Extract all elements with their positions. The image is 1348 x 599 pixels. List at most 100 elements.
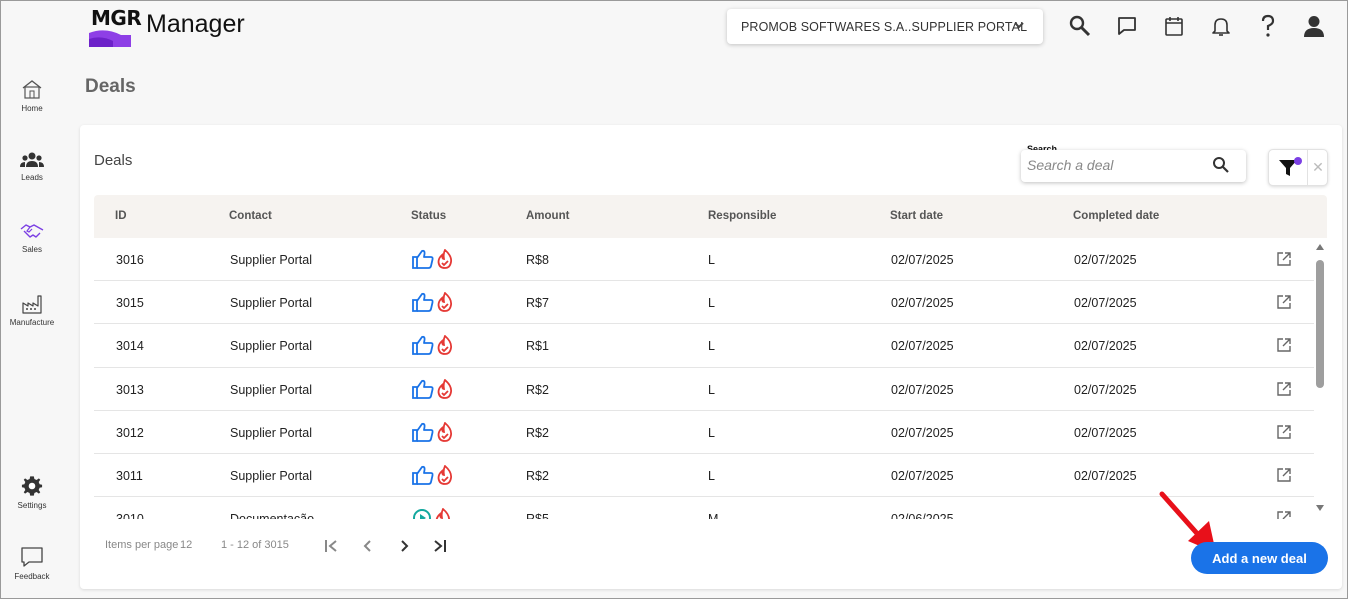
column-header-status[interactable]: Status — [411, 210, 446, 222]
column-header-start-date[interactable]: Start date — [890, 210, 943, 222]
filter-group: ✕ — [1268, 149, 1328, 186]
cell-completed-date: 02/07/2025 — [1074, 296, 1137, 311]
play-circle-icon — [412, 508, 432, 519]
app-window: MGR Manager PROMOB SOFTWARES S.A..SUPPLI… — [0, 0, 1348, 599]
open-in-new-icon[interactable] — [1277, 381, 1291, 399]
previous-page-button[interactable] — [357, 535, 379, 557]
cell-completed-date: 02/07/2025 — [1074, 253, 1137, 267]
user-icon[interactable] — [1301, 13, 1327, 39]
sidebar-item-home[interactable]: Home — [5, 78, 59, 113]
column-header-contact[interactable]: Contact — [229, 210, 272, 222]
logo-shape — [89, 30, 131, 47]
clear-filter-button[interactable]: ✕ — [1307, 150, 1328, 185]
cell-responsible: L — [708, 296, 715, 311]
scroll-up-icon[interactable] — [1316, 244, 1324, 250]
search-input[interactable] — [1027, 157, 1207, 173]
help-icon[interactable] — [1255, 13, 1281, 39]
search-icon[interactable] — [1067, 13, 1093, 39]
status-icons — [412, 421, 454, 445]
open-in-new-icon[interactable] — [1277, 425, 1291, 442]
table-row[interactable]: 3015 Supplier Portal R$7 L 02/07/2025 02/07/2… — [94, 281, 1314, 325]
scroll-down-icon[interactable] — [1316, 505, 1324, 511]
flame-icon — [434, 507, 452, 519]
flame-icon — [436, 421, 454, 445]
items-per-page-select[interactable]: 12 — [180, 539, 192, 551]
filter-button[interactable] — [1269, 150, 1307, 185]
table-row[interactable]: 3013 Supplier Portal R$2 L 02/07/2025 02/07/2… — [94, 368, 1314, 411]
first-page-button[interactable] — [321, 535, 343, 557]
sidebar-item-leads[interactable]: Leads — [5, 151, 59, 182]
sidebar-item-label: Home — [21, 104, 43, 113]
last-page-icon — [434, 540, 446, 552]
cell-start-date: 02/06/2025 — [891, 512, 954, 519]
open-in-new-icon[interactable] — [1277, 468, 1291, 485]
cell-completed-date: 02/07/2025 — [1074, 425, 1137, 440]
last-page-button[interactable] — [428, 535, 450, 557]
company-selector[interactable]: PROMOB SOFTWARES S.A..SUPPLIER PORTAL — [727, 9, 1043, 44]
handshake-icon — [20, 224, 44, 238]
cell-start-date: 02/07/2025 — [891, 468, 954, 483]
table-row[interactable]: 3014 Supplier Portal R$1 L 02/07/2025 02/07/2… — [94, 324, 1314, 368]
card-title: Deals — [94, 152, 133, 169]
cell-contact: Supplier Portal — [230, 296, 312, 311]
open-in-new-icon[interactable] — [1277, 295, 1291, 312]
cell-start-date: 02/07/2025 — [891, 382, 954, 397]
add-deal-button[interactable]: Add a new deal — [1191, 542, 1328, 574]
page-range: 1 - 12 of 3015 — [221, 539, 289, 551]
table-row[interactable]: 3016 Supplier Portal R$8 L 02/07/2025 02/07/2… — [94, 238, 1314, 282]
feedback-icon — [21, 547, 43, 567]
open-in-new-icon[interactable] — [1277, 511, 1291, 519]
filter-active-dot — [1294, 157, 1302, 165]
cell-responsible: M — [708, 512, 718, 519]
table-header: ID Contact Status Amount Responsible Sta… — [94, 195, 1327, 238]
column-header-completed-date[interactable]: Completed date — [1073, 210, 1159, 222]
calendar-icon[interactable] — [1161, 13, 1187, 39]
sidebar-item-feedback[interactable]: Feedback — [5, 546, 59, 581]
cell-start-date: 02/07/2025 — [891, 296, 954, 311]
column-header-responsible[interactable]: Responsible — [708, 210, 776, 222]
open-in-new-icon[interactable] — [1277, 252, 1291, 269]
cell-amount: R$2 — [526, 468, 549, 483]
table-row[interactable]: 3012 Supplier Portal R$2 L 02/07/2025 02/07/2… — [94, 411, 1314, 454]
table-row[interactable]: 3011 Supplier Portal R$2 L 02/07/2025 02/07/2… — [94, 454, 1314, 498]
cell-completed-date: 02/07/2025 — [1074, 468, 1137, 483]
thumbs-up-icon — [412, 249, 434, 272]
sidebar-item-manufacture[interactable]: Manufacture — [5, 294, 59, 327]
cell-start-date: 02/07/2025 — [891, 339, 954, 354]
page-title: Deals — [85, 76, 136, 97]
sidebar-item-settings[interactable]: Settings — [5, 475, 59, 510]
cell-responsible: L — [708, 468, 715, 483]
sidebar-item-label: Manufacture — [9, 318, 55, 327]
table-scrollbar[interactable] — [1314, 238, 1326, 519]
sidebar-item-label: Leads — [21, 173, 43, 182]
people-icon — [20, 152, 44, 167]
cell-id: 3014 — [116, 339, 144, 354]
bell-icon[interactable] — [1208, 13, 1234, 39]
table-row[interactable]: 3010 Documentação R$5 M 02/06/2025 — [94, 497, 1314, 519]
column-header-amount[interactable]: Amount — [526, 210, 569, 222]
logo-text: MGR — [91, 6, 142, 30]
search-field[interactable] — [1021, 150, 1246, 182]
thumbs-up-icon — [412, 379, 434, 402]
app-logo[interactable]: MGR — [87, 5, 142, 47]
search-icon[interactable] — [1212, 156, 1230, 174]
app-name: Manager — [146, 10, 245, 38]
open-in-new-icon[interactable] — [1277, 338, 1291, 355]
column-header-id[interactable]: ID — [115, 210, 127, 222]
sidebar-item-label: Sales — [21, 245, 42, 254]
cell-start-date: 02/07/2025 — [891, 425, 954, 440]
scroll-thumb[interactable] — [1316, 260, 1324, 388]
items-per-page-label: Items per page — [105, 539, 179, 551]
chat-icon[interactable] — [1114, 13, 1140, 39]
cell-responsible: L — [708, 253, 715, 267]
sidebar-item-sales[interactable]: Sales — [5, 221, 59, 254]
sidebar-item-label: Settings — [17, 501, 47, 510]
cell-id: 3012 — [116, 425, 144, 440]
gear-icon — [21, 476, 43, 496]
thumbs-up-icon — [412, 422, 434, 445]
cell-completed-date: 02/07/2025 — [1074, 382, 1137, 397]
first-page-icon — [325, 540, 337, 552]
cell-id: 3010 — [116, 512, 144, 519]
cell-amount: R$1 — [526, 339, 549, 354]
next-page-button[interactable] — [393, 535, 415, 557]
